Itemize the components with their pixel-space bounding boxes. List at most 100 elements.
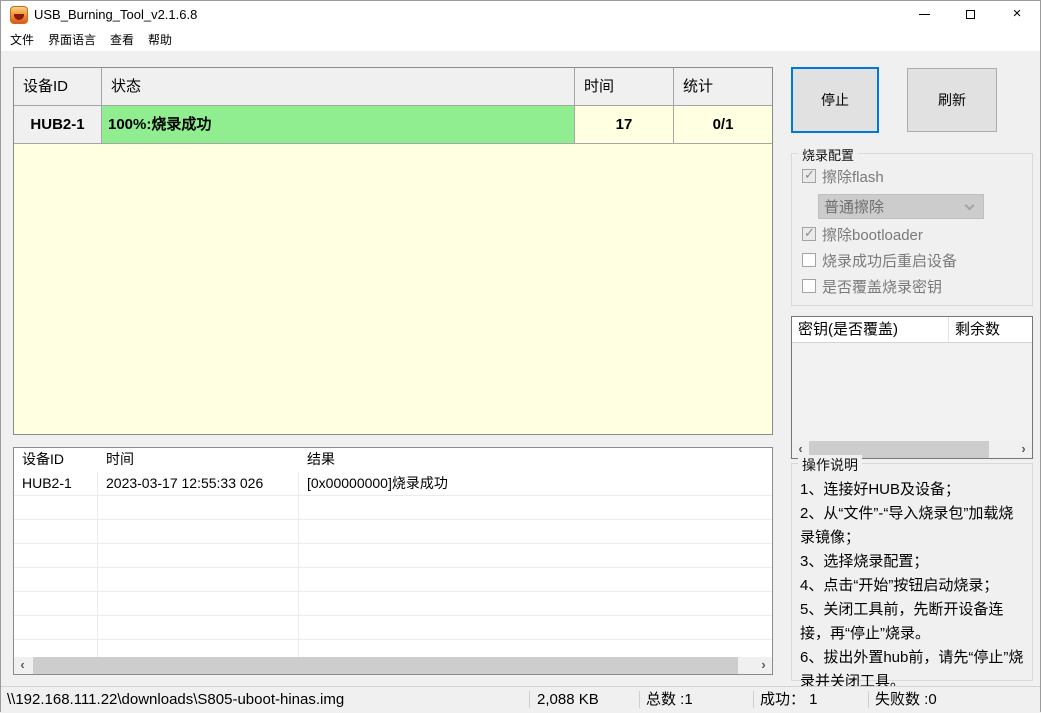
log-empty-cell <box>98 568 299 592</box>
log-table: 设备ID 时间 结果 HUB2-1 2023-03-17 12:55:33 02… <box>13 447 773 675</box>
key-table-header-key: 密钥(是否覆盖) <box>792 317 949 342</box>
instructions-text: 1、连接好HUB及设备； 2、从“文件”-“导入烧录包”加载烧录镜像； 3、选择… <box>800 478 1026 694</box>
checkbox-icon <box>802 167 816 183</box>
key-table-header-remaining: 剩余数 <box>955 321 1001 338</box>
log-empty-cell <box>14 616 98 640</box>
log-empty-cell <box>14 496 98 520</box>
status-image-path: \\192.168.111.22\downloads\S805-uboot-hi… <box>7 691 345 708</box>
menu-file[interactable]: 文件 <box>3 28 41 51</box>
device-table-header-stats: 统计 <box>674 68 772 106</box>
checkbox-icon <box>802 253 816 267</box>
checkbox-erase-bootloader[interactable]: 擦除bootloader <box>802 225 923 244</box>
refresh-button[interactable]: 刷新 <box>907 68 997 132</box>
log-empty-cell <box>299 520 772 544</box>
log-row-empty <box>14 520 772 544</box>
device-time-cell: 17 <box>575 106 674 144</box>
status-image-size: 2,088 KB <box>537 691 599 708</box>
log-empty-cell <box>14 520 98 544</box>
log-time: 2023-03-17 12:55:33 026 <box>98 472 299 496</box>
log-device-id: HUB2-1 <box>14 472 98 496</box>
log-empty-cell <box>299 592 772 616</box>
status-separator <box>639 691 640 708</box>
log-result: [0x00000000]烧录成功 <box>299 472 772 496</box>
checkbox-erase-flash[interactable]: 擦除flash <box>802 167 884 186</box>
checkbox-reboot-after-success[interactable]: 烧录成功后重启设备 <box>802 251 957 270</box>
maximize-icon <box>966 10 975 19</box>
maximize-button[interactable] <box>948 1 994 28</box>
device-table-header-time: 时间 <box>575 68 674 106</box>
log-empty-cell <box>299 544 772 568</box>
window-title: USB_Burning_Tool_v2.1.6.8 <box>34 7 198 22</box>
status-separator <box>868 691 869 708</box>
log-empty-cell <box>299 568 772 592</box>
minimize-icon <box>919 14 930 15</box>
instruction-line: 3、选择烧录配置； <box>800 553 929 570</box>
log-empty-cell <box>98 544 299 568</box>
device-table-header-status: 状态 <box>102 68 575 106</box>
instructions-group: 操作说明 1、连接好HUB及设备； 2、从“文件”-“导入烧录包”加载烧录镜像；… <box>791 455 1033 690</box>
instruction-line: 2、从“文件”-“导入烧录包”加载烧录镜像； <box>800 505 1014 546</box>
window-controls: × <box>902 1 1040 28</box>
log-empty-rows <box>14 496 772 659</box>
instruction-line: 1、连接好HUB及设备； <box>800 481 961 498</box>
scroll-right-icon[interactable]: › <box>1015 441 1032 458</box>
log-row-empty <box>14 496 772 520</box>
status-failed-count: 失败数 :0 <box>875 691 937 708</box>
log-row-empty <box>14 592 772 616</box>
instructions-title: 操作说明 <box>798 455 862 475</box>
close-icon: × <box>1012 5 1022 22</box>
title-bar: USB_Burning_Tool_v2.1.6.8 × <box>1 1 1040 28</box>
checkbox-overwrite-keys[interactable]: 是否覆盖烧录密钥 <box>802 277 942 296</box>
key-table: 密钥(是否覆盖) 剩余数 ‹ › <box>791 316 1033 459</box>
log-empty-cell <box>98 592 299 616</box>
burn-config-group: 烧录配置 擦除flash 普通擦除 擦除bootloader 烧录成功后重启设备… <box>791 145 1033 306</box>
menu-view[interactable]: 查看 <box>103 28 141 51</box>
status-bar: \\192.168.111.22\downloads\S805-uboot-hi… <box>1 686 1040 713</box>
close-button[interactable]: × <box>994 1 1040 28</box>
log-row-empty <box>14 568 772 592</box>
scroll-right-icon[interactable]: › <box>755 657 772 674</box>
log-table-body: HUB2-1 2023-03-17 12:55:33 026 [0x000000… <box>14 472 772 659</box>
log-empty-cell <box>299 616 772 640</box>
log-table-header: 设备ID 时间 结果 <box>14 448 772 472</box>
scrollbar-thumb[interactable] <box>33 657 738 674</box>
app-window: USB_Burning_Tool_v2.1.6.8 × 文件 界面语言 查看 帮… <box>0 0 1041 713</box>
chevron-down-icon <box>964 200 975 211</box>
log-empty-cell <box>98 616 299 640</box>
scrollbar-track[interactable] <box>31 657 755 674</box>
log-row-empty <box>14 544 772 568</box>
menu-help[interactable]: 帮助 <box>141 28 179 51</box>
log-header-time: 时间 <box>106 451 134 467</box>
minimize-button[interactable] <box>902 1 948 28</box>
log-empty-cell <box>98 496 299 520</box>
checkbox-icon <box>802 225 816 241</box>
log-row[interactable]: HUB2-1 2023-03-17 12:55:33 026 [0x000000… <box>14 472 772 496</box>
log-table-hscrollbar[interactable]: ‹ › <box>14 657 772 674</box>
log-header-device-id: 设备ID <box>22 451 64 467</box>
device-table-header-id: 设备ID <box>14 68 102 106</box>
device-id-cell: HUB2-1 <box>14 106 102 144</box>
device-stats-cell: 0/1 <box>674 106 772 144</box>
log-row-empty <box>14 616 772 640</box>
log-empty-cell <box>14 568 98 592</box>
menu-language[interactable]: 界面语言 <box>41 28 103 51</box>
status-separator <box>753 691 754 708</box>
scroll-left-icon[interactable]: ‹ <box>14 657 31 674</box>
menu-bar: 文件 界面语言 查看 帮助 <box>1 28 1040 51</box>
stop-button[interactable]: 停止 <box>791 67 879 133</box>
device-table: 设备ID 状态 时间 统计 HUB2-1 100%:烧录成功 17 0/1 <box>13 67 773 435</box>
device-status-cell: 100%:烧录成功 <box>102 106 575 144</box>
device-table-header: 设备ID 状态 时间 统计 <box>14 68 772 106</box>
erase-mode-select[interactable]: 普通擦除 <box>818 194 984 219</box>
app-icon <box>10 6 28 24</box>
status-success-count: 成功： 1 <box>760 691 818 708</box>
log-header-result: 结果 <box>307 451 335 467</box>
instruction-line: 4、点击“开始”按钮启动烧录； <box>800 577 999 594</box>
checkbox-icon <box>802 279 816 293</box>
device-row[interactable]: HUB2-1 100%:烧录成功 17 0/1 <box>14 106 772 144</box>
instruction-line: 5、关闭工具前，先断开设备连接，再“停止”烧录。 <box>800 601 1004 642</box>
log-empty-cell <box>14 544 98 568</box>
key-table-header: 密钥(是否覆盖) 剩余数 <box>792 317 1032 343</box>
log-empty-cell <box>299 496 772 520</box>
burn-config-title: 烧录配置 <box>798 145 859 164</box>
